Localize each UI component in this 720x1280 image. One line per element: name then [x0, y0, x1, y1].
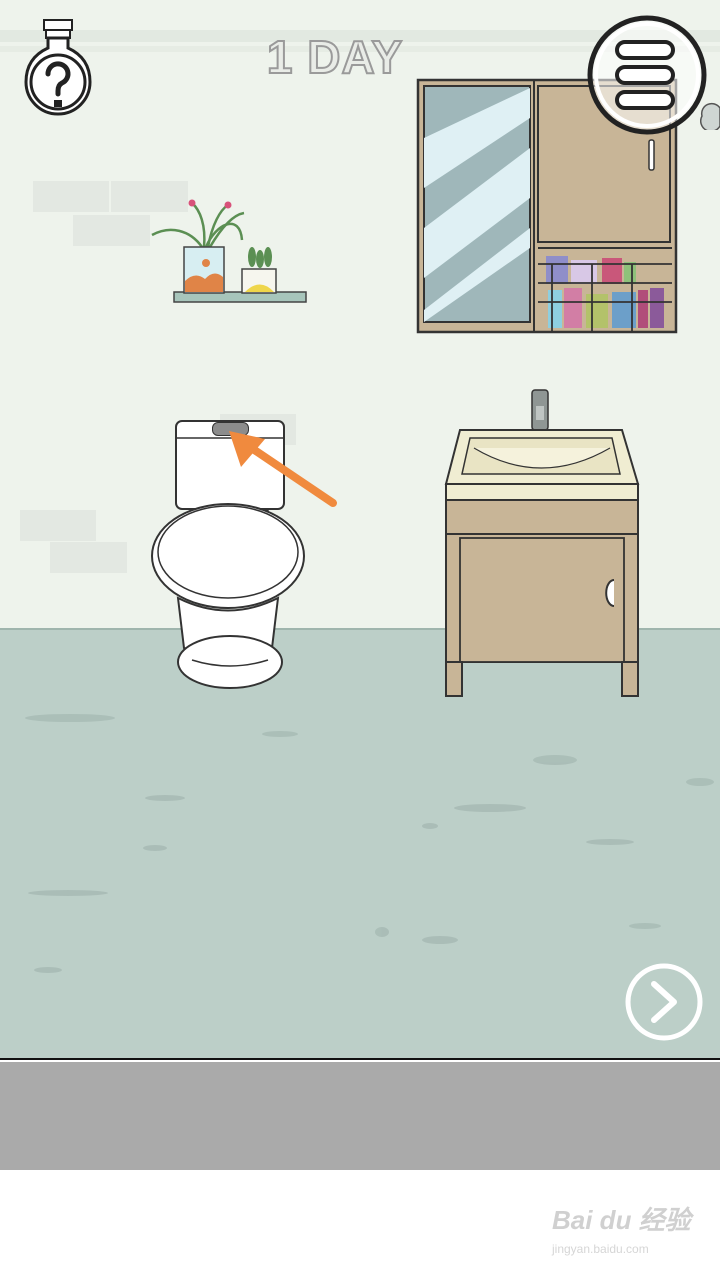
watermark-url: jingyan.baidu.com	[552, 1242, 649, 1256]
game-scene	[0, 0, 720, 1060]
hint-button[interactable]	[22, 16, 94, 120]
menu-button[interactable]	[585, 14, 709, 138]
hint-arrow-icon	[229, 431, 337, 507]
sink-vanity[interactable]	[440, 388, 644, 700]
hamburger-menu-icon	[587, 15, 707, 135]
scene-bottom-border	[0, 1058, 720, 1060]
day-counter: 1 DAY	[266, 30, 404, 84]
ad-banner-area	[0, 1062, 720, 1170]
wall-brick	[73, 215, 150, 246]
plant-shelf[interactable]	[150, 195, 315, 307]
wall-brick	[50, 542, 127, 573]
watermark-brand: Bai du 经验	[552, 1205, 691, 1235]
wall-brick	[33, 181, 109, 212]
chevron-right-icon	[625, 963, 703, 1041]
wall-brick	[20, 510, 96, 541]
next-scene-button[interactable]	[624, 962, 704, 1042]
lightbulb-question-icon	[24, 19, 92, 116]
